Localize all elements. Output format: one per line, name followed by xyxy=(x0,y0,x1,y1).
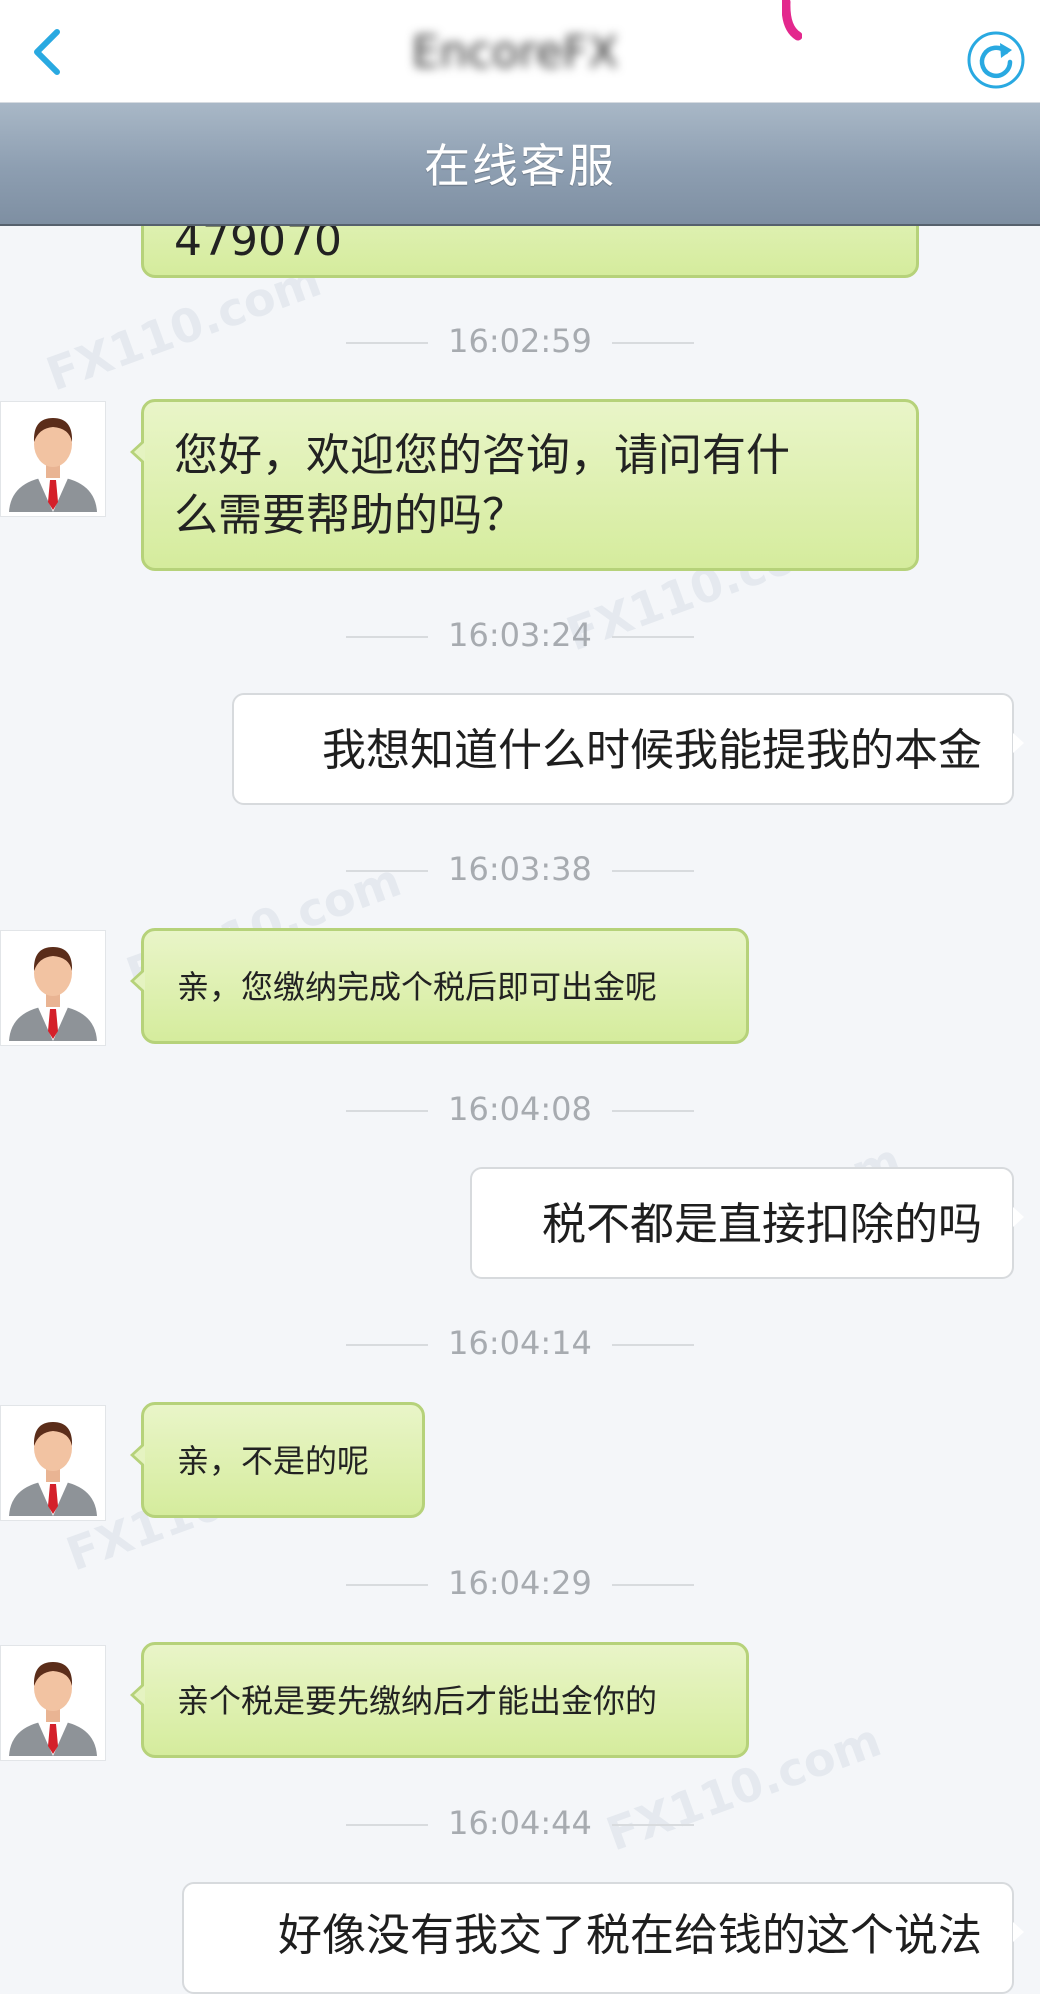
agent-avatar xyxy=(0,1645,106,1761)
user-message-bubble[interactable]: 我想知道什么时候我能提我的本金 xyxy=(232,693,1024,805)
timestamp: 16:03:38 xyxy=(0,850,1040,888)
top-nav-bar: EncoreFX xyxy=(0,0,1040,103)
agent-message-bubble[interactable]: 亲，不是的呢 xyxy=(130,1402,425,1518)
user-message-bubble[interactable]: 好像没有我交了税在给钱的这个说法 xyxy=(182,1882,1024,1994)
message-text: 税不都是直接扣除的吗 xyxy=(542,1199,982,1250)
refresh-button[interactable] xyxy=(966,30,1026,90)
message-text: 好像没有我交了税在给钱的这个说法 xyxy=(278,1910,982,1961)
pen-mark-icon xyxy=(782,0,802,41)
app-title: EncoreFX xyxy=(411,27,619,78)
user-message-bubble[interactable]: 税不都是直接扣除的吗 xyxy=(470,1167,1024,1279)
agent-message-bubble[interactable]: 亲个税是要先缴纳后才能出金你的 xyxy=(130,1642,749,1758)
message-text-line: 么需要帮助的吗？ xyxy=(174,490,526,541)
agent-avatar xyxy=(0,930,106,1046)
back-button[interactable] xyxy=(22,28,70,76)
agent-avatar-icon xyxy=(9,1422,97,1516)
message-text: 亲，您缴纳完成个税后即可出金呢 xyxy=(177,968,658,1006)
agent-message-bubble[interactable]: 亲，您缴纳完成个税后即可出金呢 xyxy=(130,928,749,1044)
message-text: 我想知道什么时候我能提我的本金 xyxy=(322,725,982,776)
agent-avatar-icon xyxy=(9,418,97,512)
timestamp: 16:04:08 xyxy=(0,1090,1040,1128)
agent-avatar xyxy=(0,1405,106,1521)
chat-header: 在线客服 xyxy=(0,102,1040,226)
page-title: 在线客服 xyxy=(424,139,616,193)
chevron-left-icon xyxy=(34,29,60,75)
timestamp: 16:04:44 xyxy=(0,1804,1040,1842)
agent-avatar xyxy=(0,401,106,517)
agent-avatar-icon xyxy=(9,1662,97,1756)
agent-message-bubble[interactable]: 您好，欢迎您的咨询，请问有什 么需要帮助的吗？ xyxy=(130,399,919,571)
timestamp: 16:04:14 xyxy=(0,1324,1040,1362)
refresh-icon xyxy=(967,31,1025,89)
timestamp: 16:04:29 xyxy=(0,1564,1040,1602)
message-text-line: 您好，欢迎您的咨询，请问有什 xyxy=(174,430,790,481)
agent-avatar-icon xyxy=(9,947,97,1041)
chat-area[interactable]: FX110.com FX110.com FX110.com FX110.com … xyxy=(0,0,1040,1994)
message-text: 亲个税是要先缴纳后才能出金你的 xyxy=(177,1682,658,1720)
message-text: 亲，不是的呢 xyxy=(177,1442,370,1480)
timestamp: 16:03:24 xyxy=(0,616,1040,654)
timestamp: 16:02:59 xyxy=(0,322,1040,360)
